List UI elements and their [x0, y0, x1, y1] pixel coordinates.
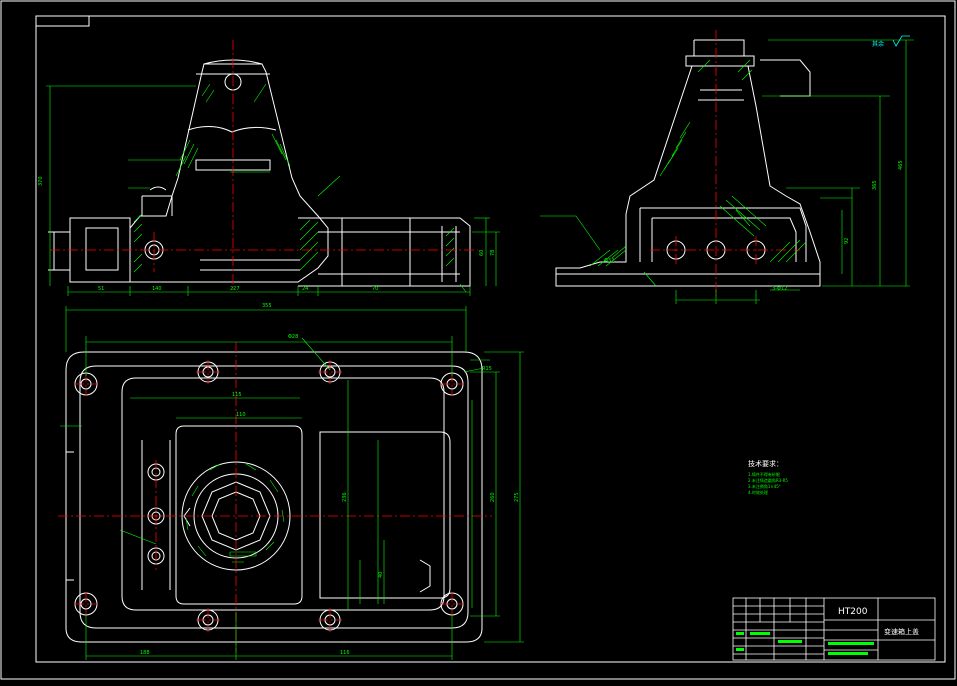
title-block-fills	[736, 632, 874, 655]
dim-plan-w2: 110	[236, 412, 246, 418]
outer-border	[0, 0, 956, 680]
tech-req-line-2: 2.未注铸造圆角R3-R5	[748, 477, 788, 483]
front-dimensions	[46, 85, 500, 296]
dim-plan-small: 40	[378, 572, 384, 578]
dim-front-d: 24	[302, 286, 308, 292]
front-centerlines	[50, 40, 478, 292]
side-dim-texts: 465 365 92 Φ32 3-Φ12	[604, 160, 904, 292]
roughness-label: 其余	[872, 40, 884, 48]
tech-req-line-1: 1.铸件不得有砂眼	[748, 471, 780, 477]
dim-side-h1: 465	[898, 160, 904, 170]
material-label: HT200	[838, 607, 868, 617]
dim-plan-b2: 116	[340, 650, 350, 656]
dim-front-h2: 78	[490, 250, 496, 256]
side-dimensions	[540, 39, 914, 304]
corner-tab	[35, 15, 90, 27]
dim-side-d2: 3-Φ12	[772, 286, 787, 292]
side-centerlines	[650, 30, 800, 296]
technical-requirements: 技术要求： 1.铸件不得有砂眼 2.未注铸造圆角R3-R5 3.未注倒角1×45…	[748, 459, 788, 495]
inner-frame	[35, 15, 946, 663]
plan-view	[65, 351, 483, 643]
plan-centerlines	[58, 342, 492, 652]
side-view	[555, 39, 821, 287]
front-hatch	[133, 83, 455, 273]
dim-plan-b1: 188	[140, 650, 150, 656]
dim-front-h1: 60	[479, 250, 485, 256]
plan-hatch	[185, 463, 285, 563]
dim-front-b: 140	[152, 286, 162, 292]
tech-req-heading: 技术要求：	[748, 459, 783, 468]
dim-plan-r: R15	[482, 366, 492, 372]
front-view	[48, 59, 471, 287]
dim-front-e: 70	[372, 286, 378, 292]
dim-plan-d1: Φ28	[288, 334, 298, 340]
part-name-label: 变速箱上盖	[884, 627, 919, 636]
dim-front-a: 51	[98, 286, 104, 292]
side-hatch	[589, 59, 807, 267]
dim-side-d1: Φ32	[604, 258, 614, 264]
dim-top-width: 355	[262, 303, 272, 309]
dim-plan-h1: 236	[342, 492, 348, 502]
roughness-symbol: 其余	[872, 35, 910, 48]
plan-dimensions	[60, 306, 524, 660]
dim-side-h2: 365	[872, 180, 878, 190]
dim-side-h3: 92	[844, 238, 850, 244]
dim-plan-w1: 115	[232, 392, 242, 398]
gearbox-cover-drawing: 370 51 140 227 24 70 60 78 465 365 92 Φ3…	[0, 0, 956, 680]
dim-front-c: 227	[230, 286, 240, 292]
front-dim-texts: 370 51 140 227 24 70 60 78	[38, 176, 496, 292]
dim-plan-h2: 260	[490, 492, 496, 502]
dim-plan-h3: 275	[514, 492, 520, 502]
dim-left-height: 370	[38, 176, 44, 186]
tech-req-line-4: 4.时效处理	[748, 489, 768, 495]
cad-drawing-sheet: 370 51 140 227 24 70 60 78 465 365 92 Φ3…	[0, 0, 957, 682]
tech-req-line-3: 3.未注倒角1×45°	[748, 483, 781, 489]
